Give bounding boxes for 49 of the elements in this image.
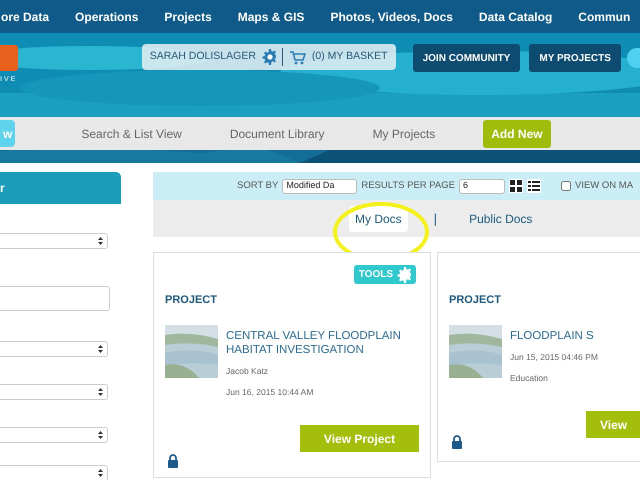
input-field[interactable]: [0, 286, 110, 311]
map-checkbox[interactable]: [560, 181, 571, 191]
user-name[interactable]: SARAH DOLISLAGER: [150, 49, 256, 65]
grid-view-icon: [508, 179, 523, 193]
sidebar-title: r: [0, 180, 5, 197]
subnav-link[interactable]: Document Library: [230, 124, 325, 142]
card-detail: Jun 15, 2015 04:46 PM: [510, 350, 598, 364]
header-button[interactable]: JOIN COMMUNITY: [412, 44, 520, 72]
nav-link[interactable]: ore Data: [1, 8, 50, 26]
cart-icon: [288, 50, 306, 64]
nav-link[interactable]: Data Catalog: [478, 8, 552, 26]
logo-icon: [0, 45, 18, 71]
doc-tab[interactable]: Public Docs: [463, 206, 538, 232]
select-field[interactable]: [0, 233, 108, 249]
select-field[interactable]: [0, 384, 108, 400]
basket-link[interactable]: (0) MY BASKET: [312, 49, 388, 65]
subnav-link[interactable]: My Projects: [372, 124, 436, 142]
nav-link[interactable]: Photos, Videos, Docs: [330, 8, 453, 26]
select-arrows-icon: [98, 469, 103, 477]
nav-link[interactable]: Maps & GIS: [238, 8, 304, 26]
card-type: PROJECT: [165, 293, 218, 308]
select-arrows-icon: [98, 237, 103, 245]
header-button[interactable]: MY PROJECTS: [529, 44, 621, 72]
sort-select[interactable]: Modified Da: [282, 178, 358, 194]
nav-link[interactable]: Projects: [164, 8, 212, 26]
per-page-label: RESULTS PER PAGE: [361, 178, 455, 193]
doc-tab[interactable]: My Docs: [349, 206, 408, 232]
nav-link[interactable]: Operations: [75, 8, 138, 26]
tab-separator: |: [434, 210, 438, 228]
settings-icon: [397, 266, 411, 282]
card-detail: Education: [510, 372, 549, 384]
card-detail: Jun 16, 2015 10:44 AM: [226, 386, 314, 399]
select-arrows-icon: [98, 345, 103, 353]
map-checkbox-label: VIEW ON MA: [574, 178, 634, 193]
select-field[interactable]: [0, 341, 108, 357]
select-field[interactable]: [0, 465, 108, 480]
sort-label: SORT BY: [237, 178, 278, 193]
project-title[interactable]: CENTRAL VALLEY FLOODPLAIN HABITAT INVESTIGATION: [226, 328, 419, 358]
card-type: PROJECT: [449, 293, 502, 308]
select-arrows-icon: [98, 431, 103, 439]
card-detail: Jacob Katz: [226, 365, 270, 378]
project-title[interactable]: FLOODPLAIN S: [510, 328, 598, 343]
nav-link[interactable]: Commun: [578, 8, 630, 26]
select-field[interactable]: [0, 427, 108, 443]
subnav-link[interactable]: Search & List View: [81, 124, 182, 142]
settings-icon: [262, 49, 276, 65]
list-view-icon: [526, 179, 541, 193]
select-arrows-icon: [98, 388, 103, 396]
per-page-select[interactable]: 6: [458, 178, 505, 194]
